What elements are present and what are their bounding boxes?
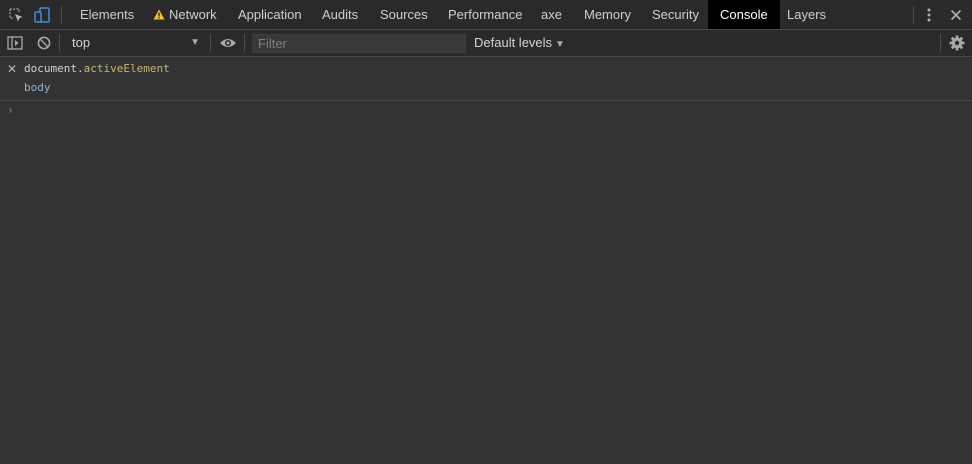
log-levels-dropdown[interactable]: Default levels ▼ <box>474 33 565 53</box>
console-command: document.activeElement <box>24 62 170 75</box>
tab-memory[interactable]: Memory <box>584 0 631 29</box>
console-toolbar: top ▼ Default levels▼ <box>0 30 972 57</box>
tab-performance[interactable]: Performance <box>448 0 522 29</box>
console-prompt[interactable]: › <box>0 103 972 121</box>
prompt-chevron-icon: › <box>8 103 13 117</box>
tab-network-label: Network <box>169 7 217 22</box>
log-levels-label: Default levels <box>474 35 553 50</box>
chevron-down-icon: ▼ <box>190 37 200 48</box>
tab-network[interactable]: Network <box>153 0 217 29</box>
toolbar-divider <box>913 6 914 24</box>
tab-sources[interactable]: Sources <box>380 0 428 29</box>
gear-icon[interactable] <box>948 34 966 52</box>
context-value: top <box>72 35 91 50</box>
chevron-down-icon: ▼ <box>555 39 565 50</box>
console-input[interactable] <box>24 104 964 120</box>
command-object: document <box>24 62 77 75</box>
clear-console-icon[interactable] <box>35 34 53 52</box>
console-output[interactable]: ✕ document.activeElement body › <box>0 57 972 464</box>
more-options-icon[interactable] <box>920 6 938 24</box>
tab-layers[interactable]: Layers <box>787 0 826 29</box>
command-dot: . <box>76 62 84 75</box>
toolbar-divider <box>940 34 941 52</box>
tab-audits[interactable]: Audits <box>322 0 358 29</box>
tab-console[interactable]: Console <box>708 0 780 29</box>
tab-application[interactable]: Application <box>238 0 302 29</box>
toolbar-divider <box>244 34 245 52</box>
close-icon[interactable]: ✕ <box>7 62 17 76</box>
inspect-element-icon[interactable] <box>7 6 25 24</box>
close-icon[interactable] <box>947 6 965 24</box>
warning-icon <box>153 9 165 20</box>
tab-elements[interactable]: Elements <box>80 0 134 29</box>
devtools-tab-bar: Elements Network Application Audits Sour… <box>0 0 972 30</box>
console-result[interactable]: body <box>24 81 51 94</box>
show-sidebar-icon[interactable] <box>6 34 24 52</box>
console-entry: ✕ document.activeElement body <box>0 57 972 101</box>
device-toolbar-icon[interactable] <box>33 6 51 24</box>
command-property: activeElement <box>83 62 170 75</box>
toolbar-divider <box>210 34 211 52</box>
tab-security[interactable]: Security <box>652 0 699 29</box>
toolbar-divider <box>61 6 62 24</box>
live-expression-eye-icon[interactable] <box>219 34 237 52</box>
filter-input[interactable] <box>252 34 466 53</box>
context-selector[interactable]: top ▼ <box>64 33 204 53</box>
toolbar-divider <box>59 34 60 52</box>
tab-axe[interactable]: axe <box>541 0 562 29</box>
